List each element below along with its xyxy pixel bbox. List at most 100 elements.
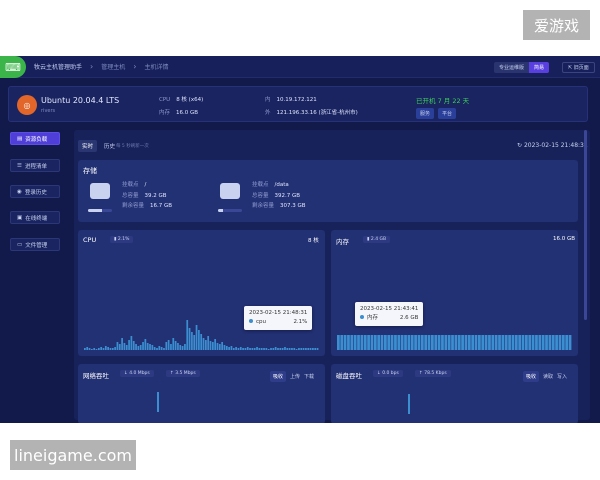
chart-bar[interactable] <box>239 347 242 350</box>
chart-bar[interactable] <box>437 335 441 350</box>
chart-bar[interactable] <box>370 335 374 350</box>
chart-bar[interactable] <box>541 335 545 350</box>
chart-bar[interactable] <box>357 335 360 350</box>
chart-bar[interactable] <box>207 336 210 350</box>
chart-bar[interactable] <box>397 335 401 350</box>
chart-bar[interactable] <box>235 347 237 350</box>
tag-badge[interactable]: 服务 <box>416 108 435 119</box>
chart-bar[interactable] <box>186 320 189 350</box>
chart-bar[interactable] <box>353 335 357 350</box>
chart-bar[interactable] <box>501 335 505 350</box>
chart-bar[interactable] <box>125 345 128 350</box>
chart-bar[interactable] <box>95 349 98 350</box>
sidebar-item-resources[interactable]: ▤ 资源负载 <box>10 132 60 145</box>
sidebar-item-login-history[interactable]: ◉ 登录历史 <box>10 185 60 198</box>
chart-bar[interactable] <box>221 342 224 350</box>
chart-bar[interactable] <box>316 348 319 350</box>
chart-bar[interactable] <box>230 346 233 350</box>
chart-bar[interactable] <box>387 335 391 350</box>
chart-bar[interactable] <box>461 335 464 350</box>
chart-bar[interactable] <box>300 348 303 350</box>
sidebar-item-processes[interactable]: ☰ 进程清单 <box>10 159 60 172</box>
chart-bar[interactable] <box>263 348 265 350</box>
chart-bar[interactable] <box>86 347 89 350</box>
chart-bar[interactable] <box>228 347 230 350</box>
chart-bar[interactable] <box>160 347 163 350</box>
chart-bar[interactable] <box>121 338 123 350</box>
chart-bar[interactable] <box>260 348 263 350</box>
chart-bar[interactable] <box>407 335 411 350</box>
chart-bar[interactable] <box>535 335 538 350</box>
chart-bar[interactable] <box>118 344 121 350</box>
chart-bar[interactable] <box>153 347 156 350</box>
chart-bar[interactable] <box>181 346 184 350</box>
chart-bar[interactable] <box>174 341 177 350</box>
old-page-button[interactable]: ⇱ 旧页面 <box>562 62 595 73</box>
chart-bar[interactable] <box>211 342 214 350</box>
chart-bar[interactable] <box>286 348 289 350</box>
chart-bar[interactable] <box>291 348 293 350</box>
chart-bar[interactable] <box>281 348 284 350</box>
chart-bar[interactable] <box>274 347 277 350</box>
chart-bar[interactable] <box>340 335 344 350</box>
chart-bar[interactable] <box>163 348 165 350</box>
chart-bar[interactable] <box>142 342 144 350</box>
chart-bar[interactable] <box>457 335 461 350</box>
panel-scrollbar[interactable] <box>584 130 587 320</box>
chart-bar[interactable] <box>434 335 438 350</box>
chart-bar[interactable] <box>144 339 147 350</box>
chart-bar[interactable] <box>216 343 219 350</box>
chart-bar[interactable] <box>202 338 205 350</box>
memory-chart[interactable] <box>331 230 578 356</box>
chart-bar[interactable] <box>298 348 300 350</box>
chart-bar[interactable] <box>237 348 240 350</box>
chart-bar[interactable] <box>484 335 488 350</box>
chart-bar[interactable] <box>417 335 421 350</box>
chart-bar[interactable] <box>184 344 186 350</box>
chart-bar[interactable] <box>551 335 555 350</box>
chart-bar[interactable] <box>410 335 414 350</box>
chart-bar[interactable] <box>441 335 444 350</box>
chart-bar[interactable] <box>270 348 272 350</box>
chart-bar[interactable] <box>253 348 256 350</box>
chart-bar[interactable] <box>373 335 377 350</box>
chart-bar[interactable] <box>116 342 119 350</box>
chart-bar[interactable] <box>293 348 296 350</box>
chart-bar[interactable] <box>198 330 200 350</box>
chart-bar[interactable] <box>167 340 170 350</box>
chart-bar[interactable] <box>424 335 428 350</box>
chart-bar[interactable] <box>380 335 384 350</box>
chart-bar[interactable] <box>137 346 140 350</box>
chart-bar[interactable] <box>377 335 381 350</box>
chart-bar[interactable] <box>447 335 451 350</box>
disk-option-read[interactable]: 读取 <box>543 373 553 380</box>
chart-bar[interactable] <box>204 340 207 350</box>
chart-bar[interactable] <box>518 335 522 350</box>
chart-bar[interactable] <box>295 349 298 350</box>
chart-bar[interactable] <box>548 335 552 350</box>
chart-bar[interactable] <box>390 335 394 350</box>
chart-bar[interactable] <box>272 348 275 350</box>
chart-bar[interactable] <box>307 348 310 350</box>
chart-bar[interactable] <box>360 335 364 350</box>
chart-bar[interactable] <box>521 335 525 350</box>
net-option-absorb[interactable]: 吸收 <box>270 371 287 382</box>
refresh-icon[interactable]: ↻ <box>517 142 522 149</box>
chart-bar[interactable] <box>427 335 431 350</box>
chart-bar[interactable] <box>191 332 193 350</box>
chart-bar[interactable] <box>498 335 501 350</box>
chart-bar[interactable] <box>279 348 282 350</box>
chart-bar[interactable] <box>363 335 367 350</box>
chart-bar[interactable] <box>350 335 354 350</box>
chart-bar[interactable] <box>100 347 103 350</box>
chart-bar[interactable] <box>478 335 481 350</box>
chart-bar[interactable] <box>558 335 562 350</box>
chart-bar[interactable] <box>337 335 340 350</box>
chart-bar[interactable] <box>97 348 100 350</box>
chart-bar[interactable] <box>109 348 112 350</box>
chart-bar[interactable] <box>400 335 404 350</box>
chart-bar[interactable] <box>467 335 471 350</box>
chart-bar[interactable] <box>288 348 291 350</box>
chart-bar[interactable] <box>256 347 258 350</box>
chart-bar[interactable] <box>188 328 191 350</box>
